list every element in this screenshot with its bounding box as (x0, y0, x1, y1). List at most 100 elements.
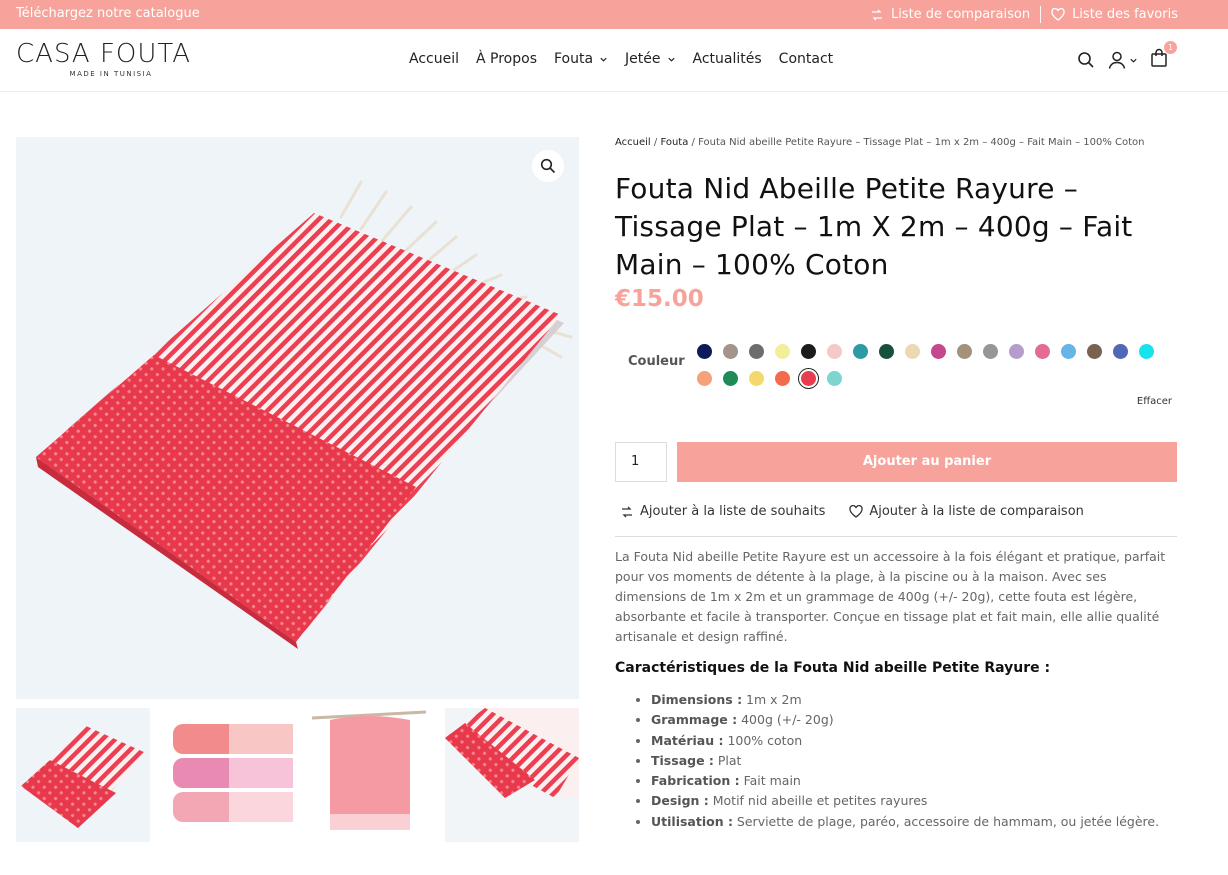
compare-list-link[interactable]: Liste de comparaison (870, 7, 1030, 22)
compare-list-label: Liste de comparaison (890, 7, 1031, 22)
color-swatch[interactable] (1087, 344, 1102, 359)
zoom-icon (540, 158, 556, 174)
feature-item: Tissage : Plat (651, 751, 1177, 771)
zoom-button[interactable] (532, 150, 564, 182)
thumbnail-gallery (16, 708, 579, 842)
color-swatch[interactable] (827, 371, 842, 386)
topbar-divider (1040, 6, 1042, 23)
divider (615, 536, 1177, 537)
logo-name: CASA FOUTA (16, 39, 192, 69)
nav-item-contact[interactable]: Contact (779, 51, 833, 67)
feature-item: Fabrication : Fait main (651, 771, 1177, 791)
catalog-link[interactable]: Téléchargez notre catalogue (16, 6, 200, 21)
feature-key: Fabrication : (651, 773, 740, 789)
user-icon (1108, 51, 1126, 69)
color-swatch[interactable] (1035, 344, 1050, 359)
nav-item-actualites[interactable]: Actualités (693, 51, 762, 67)
features-list: Dimensions : 1m x 2m Grammage : 400g (+/-… (615, 690, 1177, 832)
feature-value: 1m x 2m (742, 692, 802, 707)
add-to-compare-link[interactable]: Ajouter à la liste de comparaison (849, 504, 1084, 519)
quantity-input[interactable]: 1 (615, 442, 667, 482)
feature-value: 400g (+/- 20g) (737, 712, 834, 728)
color-swatch[interactable] (905, 344, 920, 359)
breadcrumb-home[interactable]: Accueil (615, 137, 651, 148)
feature-item: Design : Motif nid abeille et petites ra… (651, 791, 1177, 811)
towel-image (16, 137, 579, 699)
color-swatch[interactable] (879, 344, 894, 359)
feature-value: Fait main (739, 773, 801, 789)
compare-icon (871, 9, 882, 20)
top-bar: Téléchargez notre catalogue Liste de com… (0, 0, 1228, 29)
favorites-label: Liste des favoris (1072, 7, 1178, 22)
thumbnail-image (302, 708, 436, 842)
logo[interactable]: CASA FOUTA MADE IN TUNISIA (16, 39, 206, 78)
cart-button[interactable]: 1 (1150, 41, 1177, 72)
main-nav: Accueil À Propos Fouta Jetée Actualités … (409, 51, 833, 67)
feature-value: Serviette de plage, paréo, accessoire de… (732, 813, 1160, 829)
chevron-down-icon (600, 57, 607, 62)
color-swatch[interactable] (697, 371, 712, 386)
breadcrumb-category[interactable]: Fouta (660, 137, 688, 148)
thumbnail-1[interactable] (16, 708, 150, 842)
nav-item-a-propos[interactable]: À Propos (476, 51, 537, 67)
thumbnail-image (16, 708, 150, 842)
color-swatch[interactable] (931, 344, 946, 359)
nav-label: Accueil (409, 51, 459, 67)
feature-value: Motif nid abeille et petites rayures (708, 793, 928, 809)
feature-item: Matériau : 100% coton (651, 731, 1177, 751)
color-swatch[interactable] (827, 344, 842, 359)
color-swatch[interactable] (723, 371, 738, 386)
chevron-down-icon (1130, 58, 1137, 63)
color-swatch[interactable] (749, 371, 764, 386)
color-swatches (697, 344, 1167, 386)
color-swatch[interactable] (801, 371, 816, 386)
color-swatch[interactable] (697, 344, 712, 359)
color-swatch[interactable] (1113, 344, 1128, 359)
feature-item: Dimensions : 1m x 2m (651, 690, 1177, 710)
feature-value: Plat (713, 752, 742, 768)
favorites-link[interactable]: Liste des favoris (1051, 7, 1178, 22)
clear-selection-link[interactable]: Effacer (1137, 396, 1172, 407)
nav-label: Contact (778, 51, 834, 67)
add-to-cart-button[interactable]: Ajouter au panier (677, 442, 1177, 482)
compare-label: Ajouter à la liste de comparaison (869, 504, 1084, 519)
color-swatch[interactable] (801, 344, 816, 359)
nav-item-jetee[interactable]: Jetée (625, 51, 675, 67)
chevron-down-icon (667, 57, 675, 62)
search-icon[interactable] (1077, 51, 1095, 69)
breadcrumb-current: / Fouta Nid abeille Petite Rayure – Tiss… (691, 137, 1145, 148)
logo-tagline: MADE IN TUNISIA (69, 70, 153, 78)
heart-icon (849, 505, 863, 518)
color-swatch[interactable] (723, 344, 738, 359)
main-product-image[interactable] (16, 137, 579, 699)
account-menu[interactable] (1107, 50, 1138, 70)
color-swatch[interactable] (853, 344, 868, 359)
thumbnail-3[interactable] (302, 708, 436, 842)
color-swatch[interactable] (957, 344, 972, 359)
feature-key: Grammage : (651, 712, 738, 728)
color-swatch[interactable] (983, 344, 998, 359)
thumbnail-2[interactable] (159, 708, 293, 842)
color-swatch[interactable] (775, 344, 790, 359)
color-swatch[interactable] (775, 371, 790, 386)
nav-label: Fouta (553, 51, 594, 67)
add-to-wishlist-link[interactable]: Ajouter à la liste de souhaits (620, 504, 825, 519)
nav-label: Actualités (692, 51, 762, 67)
thumbnail-image (159, 708, 293, 842)
feature-key: Utilisation : (651, 813, 733, 829)
breadcrumb: Accueil / Fouta / Fouta Nid abeille Peti… (615, 137, 1145, 148)
color-variations: Couleur Effacer (615, 344, 1177, 434)
nav-label: Jetée (625, 51, 661, 67)
color-swatch[interactable] (1009, 344, 1024, 359)
compare-icon (622, 506, 632, 517)
color-swatch[interactable] (1061, 344, 1076, 359)
color-swatch[interactable] (749, 344, 764, 359)
feature-item: Utilisation : Serviette de plage, paréo,… (651, 812, 1177, 832)
nav-label: À Propos (476, 51, 537, 67)
cart-count-badge: 1 (1164, 41, 1177, 54)
thumbnail-4[interactable] (445, 708, 579, 842)
nav-item-accueil[interactable]: Accueil (409, 51, 459, 67)
nav-item-fouta[interactable]: Fouta (554, 51, 608, 67)
color-swatch[interactable] (1139, 344, 1154, 359)
feature-value: 100% coton (723, 732, 803, 748)
